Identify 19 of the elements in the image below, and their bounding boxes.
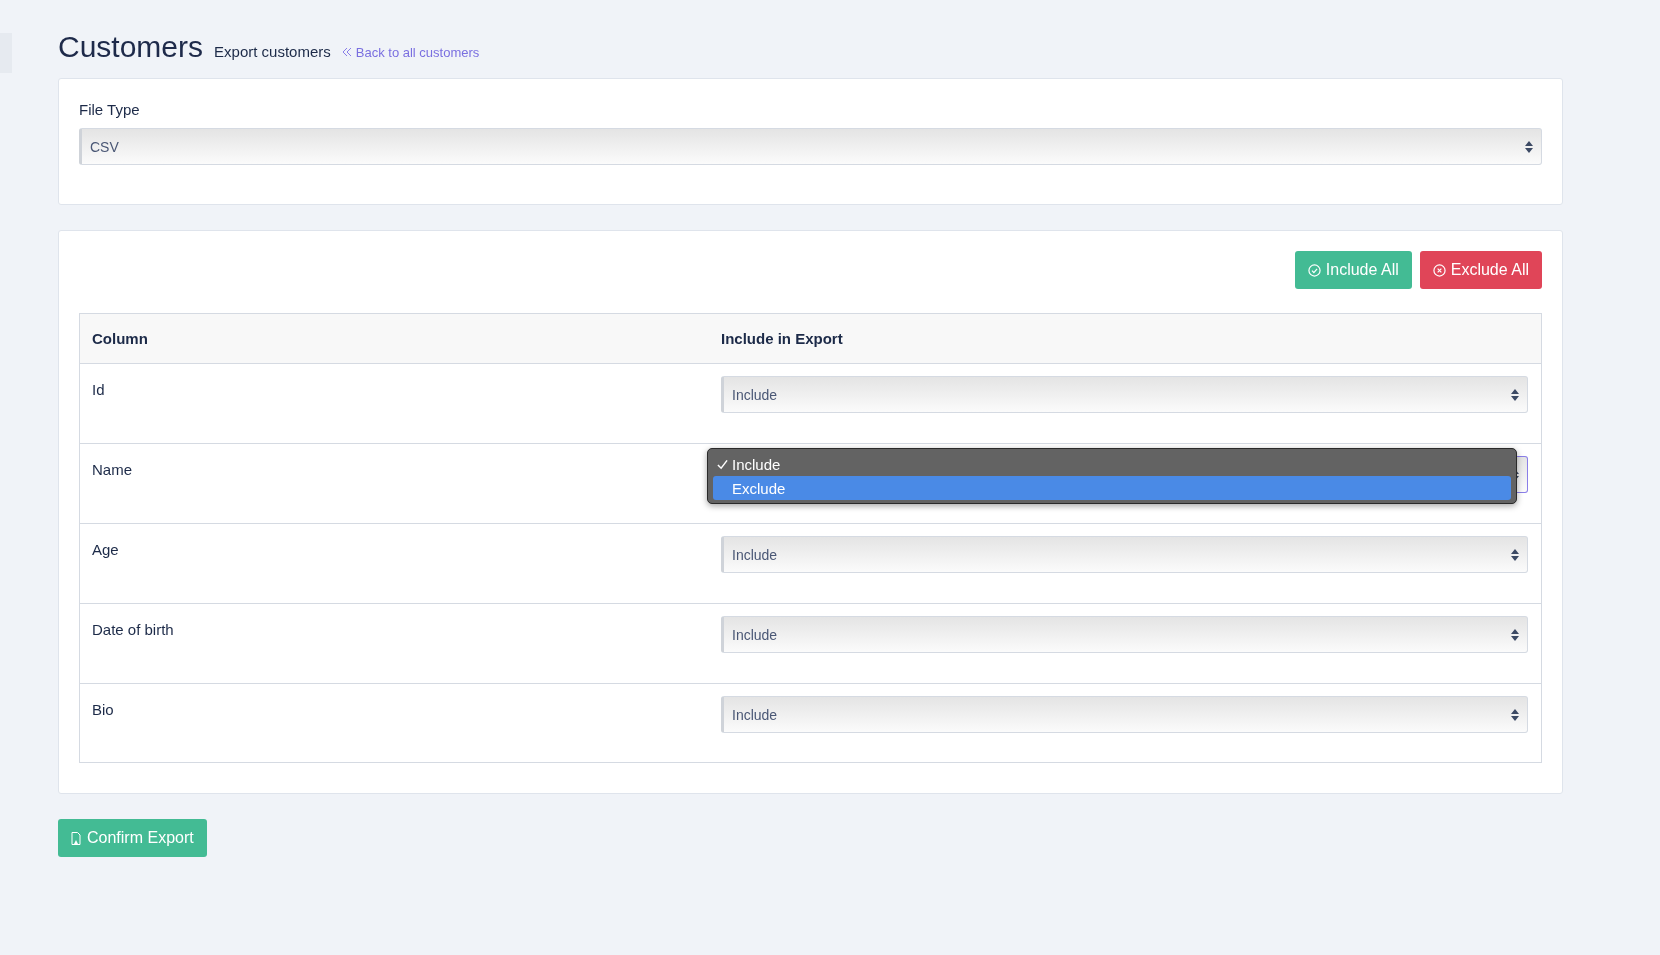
table-cell-text: Id bbox=[91, 380, 106, 400]
dropdown-option[interactable]: Include bbox=[713, 452, 1511, 476]
exclude-all-button[interactable]: Exclude All bbox=[1419, 251, 1542, 289]
column-header: Column bbox=[91, 330, 149, 347]
include-select[interactable]: Include bbox=[721, 376, 1528, 413]
page-title: Customers bbox=[58, 30, 204, 64]
file-type-select[interactable]: CSV bbox=[79, 128, 1542, 165]
back-link[interactable]: Back to all customers bbox=[341, 44, 480, 60]
include-select[interactable]: Include bbox=[721, 536, 1528, 573]
table-cell-text: Bio bbox=[91, 700, 115, 720]
table-cell-text: Name bbox=[91, 460, 133, 480]
include-select[interactable]: Include bbox=[721, 696, 1528, 733]
dropdown-option[interactable]: Exclude bbox=[713, 476, 1511, 500]
page-subtitle: Export customers bbox=[214, 43, 331, 60]
field-label: File Type bbox=[79, 101, 141, 118]
table-cell-text: Date of birth bbox=[91, 620, 175, 640]
include-select[interactable]: Include bbox=[721, 616, 1528, 653]
column-header: Include in Export bbox=[721, 330, 844, 347]
table-cell-text: Age bbox=[91, 540, 120, 560]
